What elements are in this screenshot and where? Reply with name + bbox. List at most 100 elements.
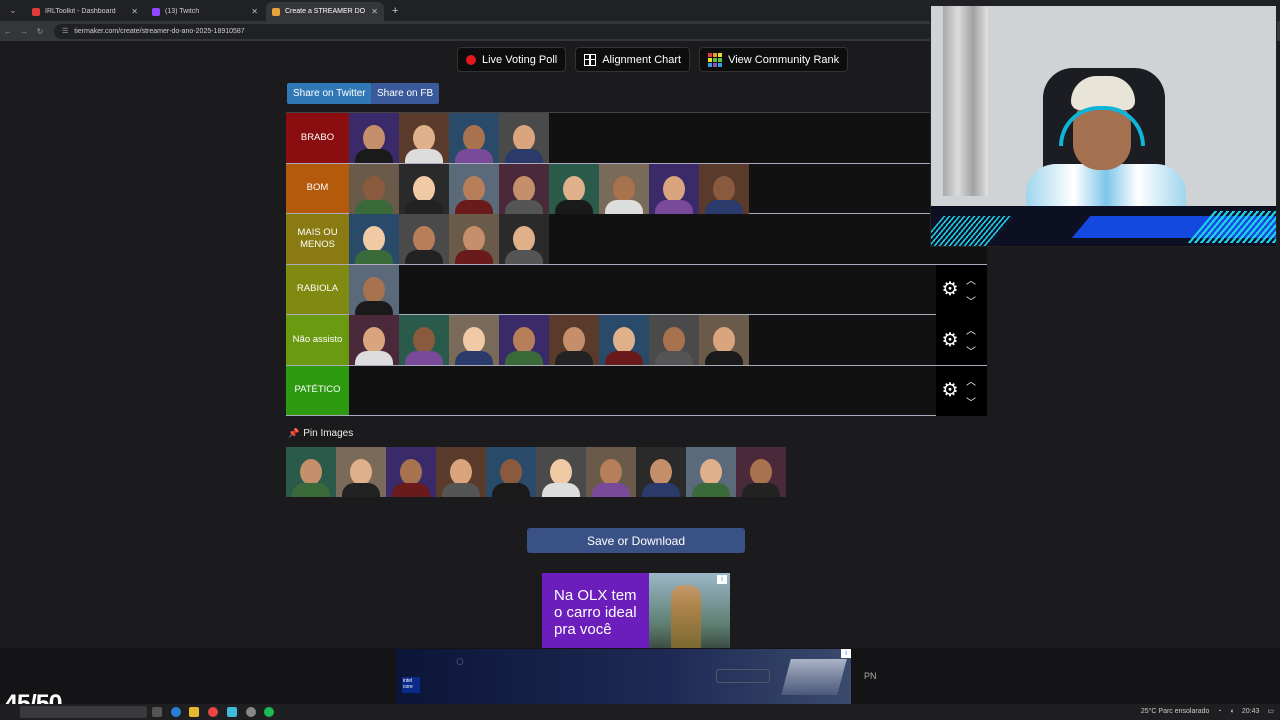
streamer-image[interactable] xyxy=(349,163,399,214)
intel-logo: intel core xyxy=(402,677,420,693)
pin-images-toggle[interactable]: 📌 Pin Images xyxy=(288,428,353,439)
streamer-image[interactable] xyxy=(549,315,599,365)
volume-icon[interactable]: ◖ xyxy=(1230,708,1234,715)
streamer-image[interactable] xyxy=(549,163,599,214)
streamer-image[interactable] xyxy=(599,315,649,365)
share-fb-button[interactable]: Share on FB xyxy=(371,83,440,104)
ad-cta[interactable] xyxy=(716,669,770,683)
chevron-down-icon[interactable]: ﹀ xyxy=(966,343,976,358)
gear-icon[interactable]: ⚙ xyxy=(940,379,960,402)
ad-info-icon[interactable]: i xyxy=(717,575,727,584)
streamer-image[interactable] xyxy=(499,315,549,365)
streamer-image[interactable] xyxy=(586,447,636,497)
chrome-icon[interactable] xyxy=(208,707,218,717)
streamer-image[interactable] xyxy=(699,315,749,365)
tier-label[interactable]: Não assisto xyxy=(286,315,349,365)
close-icon[interactable]: ✕ xyxy=(251,7,258,16)
ad-info-icon[interactable]: i xyxy=(841,649,851,658)
streamer-image[interactable] xyxy=(399,113,449,163)
streamer-image[interactable] xyxy=(636,447,686,497)
edge-icon[interactable] xyxy=(171,707,181,717)
live-voting-poll-button[interactable]: Live Voting Poll xyxy=(457,47,567,72)
tier-label[interactable]: BRABO xyxy=(286,113,349,163)
close-icon[interactable]: ✕ xyxy=(371,7,378,16)
wifi-icon[interactable]: ◔ xyxy=(1217,708,1221,715)
reload-button[interactable]: ↻ xyxy=(32,27,48,36)
explorer-icon[interactable] xyxy=(189,707,199,717)
streamer-image[interactable] xyxy=(399,214,449,264)
tier-label[interactable]: PATÉTICO xyxy=(286,365,349,415)
notification-icon[interactable]: ▭ xyxy=(1267,707,1274,715)
streamer-image[interactable] xyxy=(349,315,399,365)
streamer-image[interactable] xyxy=(436,447,486,497)
new-tab-button[interactable]: + xyxy=(392,5,398,17)
tier-row: RABIOLA ⚙ ︿ ﹀ xyxy=(286,264,987,315)
chevron-up-icon[interactable]: ︿ xyxy=(966,373,976,388)
streamer-image[interactable] xyxy=(399,163,449,214)
streamer-image[interactable] xyxy=(349,113,399,163)
streamer-image[interactable] xyxy=(449,315,499,365)
system-tray: 25°C Parc ensolarado ◔ ◖ 20:43 ▭ xyxy=(1141,707,1274,716)
pin-images-label: Pin Images xyxy=(303,428,354,439)
top-toolbar: Live Voting Poll Alignment Chart View Co… xyxy=(457,47,849,72)
back-button[interactable]: ← xyxy=(0,27,16,36)
streamer-image[interactable] xyxy=(336,447,386,497)
chevron-up-icon[interactable]: ︿ xyxy=(966,272,976,287)
clock-text: 20:43 xyxy=(1241,707,1260,715)
task-view-icon[interactable] xyxy=(152,707,162,717)
streamer-image[interactable] xyxy=(499,113,549,163)
chevron-up-icon[interactable]: ︿ xyxy=(966,322,976,337)
streamer-image[interactable] xyxy=(699,163,749,214)
share-twitter-button[interactable]: Share on Twitter xyxy=(287,83,372,104)
save-download-button[interactable]: Save or Download xyxy=(527,528,745,553)
tier-list: BRABO BOM MAIS OU MENOS RABIOLA ⚙ ︿ ﹀ Não assis… xyxy=(286,112,987,416)
streamer-image[interactable] xyxy=(349,214,399,264)
browser-tab[interactable]: (13) Twitch ✕ xyxy=(146,2,264,21)
streamer-image[interactable] xyxy=(649,163,699,214)
chevron-down-icon[interactable]: ﹀ xyxy=(966,394,976,409)
streamer-image[interactable] xyxy=(649,315,699,365)
obs-icon[interactable] xyxy=(246,707,256,717)
tab-search-button[interactable]: ⌄ xyxy=(4,1,22,19)
streamer-image[interactable] xyxy=(736,447,786,497)
browser-tab[interactable]: Create a STREAMER DO ANO 2... ✕ xyxy=(266,2,384,21)
url-text: tiermaker.com/create/streamer-do-ano-202… xyxy=(74,27,245,35)
streamer-image[interactable] xyxy=(449,214,499,264)
gear-icon[interactable]: ⚙ xyxy=(940,278,960,301)
streamer-image[interactable] xyxy=(286,447,336,497)
tab-title: Create a STREAMER DO ANO 2... xyxy=(285,8,367,15)
tier-label[interactable]: RABIOLA xyxy=(286,264,349,314)
close-icon[interactable]: ✕ xyxy=(131,7,138,16)
streamer-image[interactable] xyxy=(686,447,736,497)
ad-faded-text: O xyxy=(456,657,464,668)
tier-images xyxy=(349,315,749,365)
streamer-image[interactable] xyxy=(499,214,549,264)
taskbar-search[interactable] xyxy=(20,706,147,718)
spotify-icon[interactable] xyxy=(264,707,274,717)
olx-advertisement[interactable]: Na OLX tem o carro ideal pra você i xyxy=(542,573,730,648)
streamer-image[interactable] xyxy=(486,447,536,497)
streamer-image[interactable] xyxy=(599,163,649,214)
app-icon[interactable] xyxy=(227,707,237,717)
streamer-image[interactable] xyxy=(536,447,586,497)
streamer-image[interactable] xyxy=(449,113,499,163)
community-rank-label: View Community Rank xyxy=(728,53,840,66)
community-rank-button[interactable]: View Community Rank xyxy=(699,47,849,72)
alignment-chart-label: Alignment Chart xyxy=(602,53,682,66)
tier-label[interactable]: MAIS OU MENOS xyxy=(286,214,349,264)
streamer-image[interactable] xyxy=(449,163,499,214)
tier-label[interactable]: BOM xyxy=(286,163,349,213)
tier-images xyxy=(349,214,549,264)
streamer-image[interactable] xyxy=(399,315,449,365)
intel-advertisement[interactable]: O intel core i xyxy=(396,649,851,704)
site-info-icon[interactable]: ☰ xyxy=(62,27,68,35)
url-field[interactable]: ☰ tiermaker.com/create/streamer-do-ano-2… xyxy=(54,23,934,39)
streamer-image[interactable] xyxy=(499,163,549,214)
streamer-image[interactable] xyxy=(349,264,399,315)
gear-icon[interactable]: ⚙ xyxy=(940,329,960,352)
forward-button[interactable]: → xyxy=(16,27,32,36)
browser-tab[interactable]: IRLToolkit - Dashboard ✕ xyxy=(26,2,144,21)
streamer-image[interactable] xyxy=(386,447,436,497)
chevron-down-icon[interactable]: ﹀ xyxy=(966,293,976,308)
alignment-chart-button[interactable]: Alignment Chart xyxy=(575,47,691,72)
